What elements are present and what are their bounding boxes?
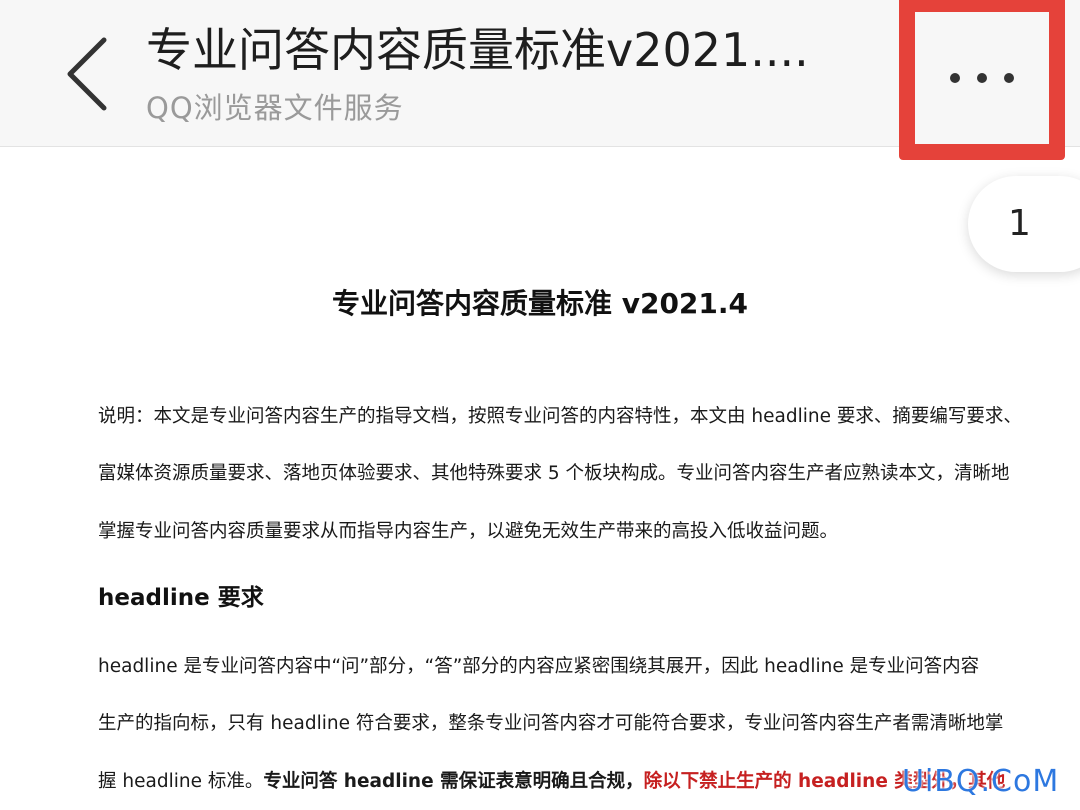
site-watermark: UiBQ.CoM: [902, 764, 1060, 799]
paragraph-line: 富媒体资源质量要求、落地页体验要求、其他特殊要求 5 个板块构成。专业问答内容生…: [98, 463, 1010, 484]
paragraph-line: 说明：本文是专业问答内容生产的指导文档，按照专业问答的内容特性，本文由 head…: [98, 406, 1022, 427]
paragraph-line-mixed: 握 headline 标准。专业问答 headline 需保证表意明确且合规，除…: [98, 767, 1005, 793]
paragraph-line: 掌握专业问答内容质量要求从而指导内容生产，以避免无效生产带来的高投入低收益问题。: [98, 521, 839, 542]
file-service-subtitle: QQ浏览器文件服务: [146, 91, 404, 125]
more-horizontal-icon: [950, 73, 1014, 83]
normal-text: 握 headline 标准。: [98, 771, 264, 792]
more-options-button[interactable]: [915, 12, 1049, 144]
page-number-indicator[interactable]: 1: [968, 176, 1080, 272]
headline-paragraph: headline 是专业问答内容中“问”部分，“答”部分的内容应紧密围绕其展开，…: [98, 652, 1005, 802]
document-file-title: 专业问答内容质量标准v2021....: [146, 23, 809, 77]
section-heading: headline 要求: [98, 585, 264, 611]
chevron-left-icon: [67, 37, 107, 111]
paragraph-line: headline 是专业问答内容中“问”部分，“答”部分的内容应紧密围绕其展开，…: [98, 656, 980, 677]
intro-paragraph: 说明：本文是专业问答内容生产的指导文档，按照专业问答的内容特性，本文由 head…: [98, 402, 1022, 552]
document-title: 专业问答内容质量标准 v2021.4: [331, 287, 749, 320]
paragraph-line: 生产的指向标，只有 headline 符合要求，整条专业问答内容才可能符合要求，…: [98, 713, 1004, 734]
bold-text: 专业问答 headline 需保证表意明确且合规，: [263, 771, 644, 792]
back-button[interactable]: [58, 36, 122, 112]
